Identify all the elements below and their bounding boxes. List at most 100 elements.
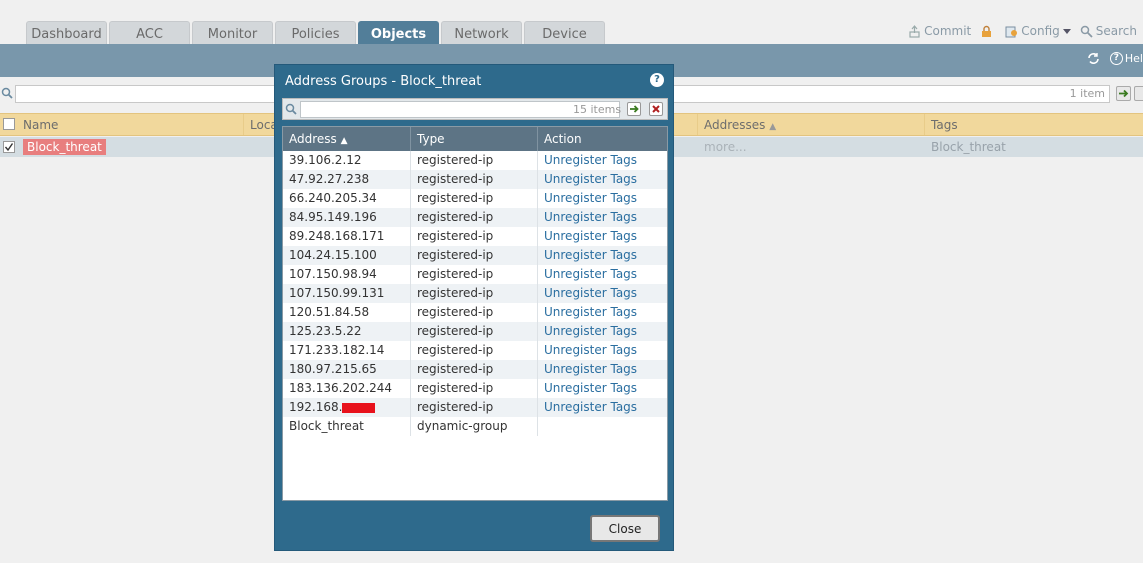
address-cell: 125.23.5.22 [283, 322, 411, 341]
type-cell: registered-ip [411, 398, 538, 417]
commit-label: Commit [924, 24, 972, 38]
type-cell: registered-ip [411, 227, 538, 246]
unregister-tags-link[interactable]: Unregister Tags [544, 362, 637, 376]
unregister-tags-link[interactable]: Unregister Tags [544, 305, 637, 319]
unregister-tags-link[interactable]: Unregister Tags [544, 248, 637, 262]
table-row[interactable]: 39.106.2.12 registered-ip Unregister Tags [283, 151, 667, 170]
address-cell: 183.136.202.244 [283, 379, 411, 398]
dialog-title: Address Groups - Block_threat [285, 74, 482, 89]
top-bar: Dashboard ACC Monitor Policies Objects N… [0, 0, 1143, 44]
col-addresses[interactable]: Addresses ▲ [704, 118, 776, 132]
unregister-tags-link[interactable]: Unregister Tags [544, 153, 637, 167]
lock-button[interactable] [980, 25, 996, 38]
address-cell: Block_threat [283, 417, 411, 436]
band-actions: ? Hel [1087, 52, 1143, 65]
dialog-clear-button[interactable] [649, 102, 663, 116]
config-icon [1005, 26, 1018, 37]
table-row[interactable]: 171.233.182.14 registered-ip Unregister Ta… [283, 341, 667, 360]
action-cell: Unregister Tags [538, 284, 667, 303]
unregister-tags-link[interactable]: Unregister Tags [544, 210, 637, 224]
unregister-tags-link[interactable]: Unregister Tags [544, 381, 637, 395]
tab-network[interactable]: Network [441, 21, 522, 44]
row-checkbox[interactable] [3, 141, 15, 153]
type-cell: registered-ip [411, 170, 538, 189]
refresh-icon[interactable] [1087, 52, 1100, 65]
unregister-tags-link[interactable]: Unregister Tags [544, 191, 637, 205]
dialog-search-input[interactable] [300, 101, 620, 118]
action-cell: Unregister Tags [538, 341, 667, 360]
unregister-tags-link[interactable]: Unregister Tags [544, 267, 637, 281]
col-address[interactable]: Address ▲ [283, 127, 411, 151]
help-label: Hel [1124, 52, 1143, 65]
unregister-tags-link[interactable]: Unregister Tags [544, 400, 637, 414]
table-row[interactable]: 47.92.27.238 registered-ip Unregister Tags [283, 170, 667, 189]
unregister-tags-link[interactable]: Unregister Tags [544, 286, 637, 300]
type-cell: registered-ip [411, 303, 538, 322]
unregister-tags-link[interactable]: Unregister Tags [544, 324, 637, 338]
table-row[interactable]: 125.23.5.22 registered-ip Unregister Tags [283, 322, 667, 341]
lock-icon [982, 25, 992, 37]
chevron-down-icon [1062, 29, 1071, 34]
table-row[interactable]: 192.168. registered-ip Unregister Tags [283, 398, 667, 417]
tab-dashboard[interactable]: Dashboard [26, 21, 107, 44]
type-cell: registered-ip [411, 246, 538, 265]
table-row[interactable]: Block_threat dynamic-group [283, 417, 667, 436]
table-row[interactable]: 107.150.99.131 registered-ip Unregister Ta… [283, 284, 667, 303]
config-button[interactable]: Config [1005, 24, 1071, 38]
select-all-checkbox[interactable] [3, 118, 15, 130]
apply-filter-button[interactable] [1116, 86, 1131, 101]
table-row[interactable]: 183.136.202.244 registered-ip Unregister T… [283, 379, 667, 398]
close-button[interactable]: Close [590, 515, 660, 542]
table-row[interactable]: 104.24.15.100 registered-ip Unregister Tag… [283, 246, 667, 265]
action-cell: Unregister Tags [538, 151, 667, 170]
dialog-apply-button[interactable] [627, 102, 641, 116]
action-cell: Unregister Tags [538, 322, 667, 341]
address-cell: 89.248.168.171 [283, 227, 411, 246]
grid-body: 39.106.2.12 registered-ip Unregister Tags 4… [283, 151, 667, 436]
unregister-tags-link[interactable]: Unregister Tags [544, 229, 637, 243]
table-row[interactable]: 66.240.205.34 registered-ip Unregister Tag… [283, 189, 667, 208]
table-row[interactable]: 89.248.168.171 registered-ip Unregister Ta… [283, 227, 667, 246]
search-button[interactable]: Search [1080, 24, 1137, 38]
col-name[interactable]: Name [23, 118, 58, 132]
address-grid: Address ▲ Type Action 39.106.2.12 registe… [282, 126, 668, 501]
unregister-tags-link[interactable]: Unregister Tags [544, 172, 637, 186]
filter-count: 1 item [1069, 87, 1105, 100]
tab-monitor[interactable]: Monitor [192, 21, 273, 44]
action-cell: Unregister Tags [538, 398, 667, 417]
col-type[interactable]: Type [411, 127, 538, 151]
check-icon [4, 143, 14, 152]
arrow-right-icon [630, 105, 639, 113]
tab-device[interactable]: Device [524, 21, 605, 44]
action-cell: Unregister Tags [538, 246, 667, 265]
help-button[interactable]: ? Hel [1109, 52, 1143, 65]
filter-search-icon [1, 87, 13, 99]
type-cell: registered-ip [411, 151, 538, 170]
type-cell: registered-ip [411, 322, 538, 341]
table-row[interactable]: 120.51.84.58 registered-ip Unregister Tags [283, 303, 667, 322]
row-addresses-more[interactable]: more... [704, 140, 747, 154]
address-cell: 47.92.27.238 [283, 170, 411, 189]
dialog-help-icon[interactable]: ? [650, 73, 664, 87]
table-row[interactable]: 107.150.98.94 registered-ip Unregister Tag… [283, 265, 667, 284]
address-cell: 107.150.99.131 [283, 284, 411, 303]
col-tags[interactable]: Tags [931, 118, 958, 132]
clear-filter-button[interactable] [1134, 86, 1143, 101]
tab-policies[interactable]: Policies [275, 21, 356, 44]
tab-objects[interactable]: Objects [358, 21, 439, 44]
col-action[interactable]: Action [538, 127, 667, 151]
dialog-search-icon [285, 103, 297, 115]
type-cell: registered-ip [411, 341, 538, 360]
col-divider [243, 114, 244, 135]
unregister-tags-link[interactable]: Unregister Tags [544, 343, 637, 357]
address-cell: 107.150.98.94 [283, 265, 411, 284]
action-cell: Unregister Tags [538, 360, 667, 379]
col-divider [697, 114, 698, 135]
table-row[interactable]: 180.97.215.65 registered-ip Unregister Tag… [283, 360, 667, 379]
type-cell: registered-ip [411, 360, 538, 379]
sort-asc-icon: ▲ [769, 122, 777, 132]
action-cell: Unregister Tags [538, 303, 667, 322]
tab-acc[interactable]: ACC [109, 21, 190, 44]
table-row[interactable]: 84.95.149.196 registered-ip Unregister Tag… [283, 208, 667, 227]
commit-button[interactable]: Commit [908, 24, 971, 38]
